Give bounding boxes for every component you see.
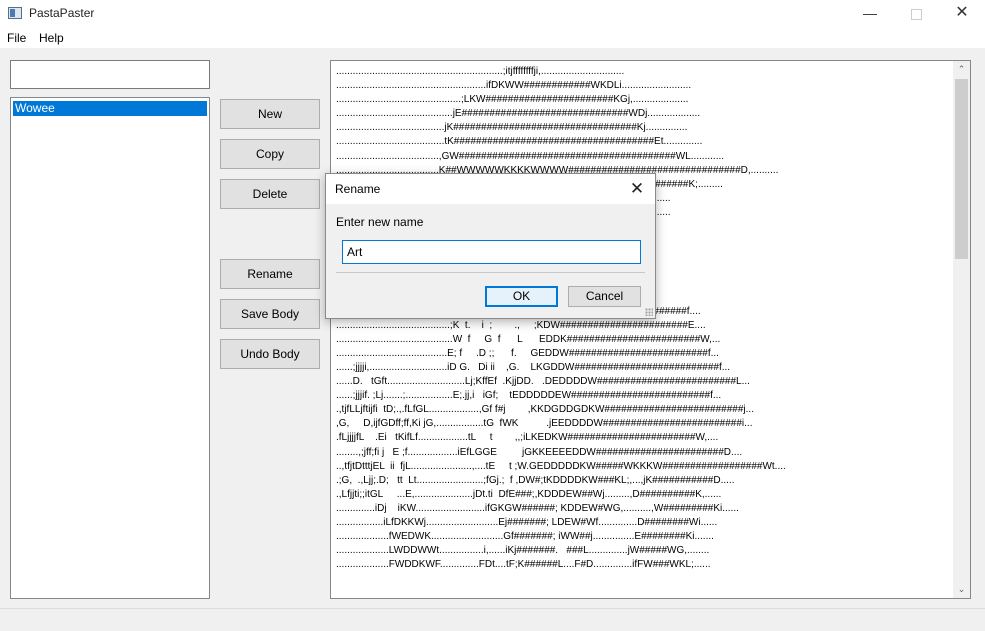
maximize-button[interactable] bbox=[893, 0, 939, 28]
cancel-button[interactable]: Cancel bbox=[568, 286, 641, 307]
copy-button[interactable]: Copy bbox=[220, 139, 320, 169]
menu-help[interactable]: Help bbox=[39, 31, 64, 45]
new-name-input[interactable]: Art bbox=[342, 240, 641, 264]
menu-bar: File Help bbox=[0, 28, 985, 48]
maximize-icon bbox=[910, 9, 922, 20]
dialog-title-bar: Rename ✕ bbox=[326, 174, 655, 204]
dialog-close-icon[interactable]: ✕ bbox=[625, 177, 649, 201]
dialog-divider bbox=[336, 272, 645, 273]
delete-button[interactable]: Delete bbox=[220, 179, 320, 209]
window-title: PastaPaster bbox=[29, 6, 95, 20]
dialog-title: Rename bbox=[335, 182, 381, 196]
resize-grip-icon[interactable] bbox=[645, 308, 653, 316]
scroll-thumb[interactable] bbox=[955, 79, 968, 259]
app-icon bbox=[8, 7, 22, 19]
minimize-button[interactable]: — bbox=[847, 0, 893, 28]
close-window-button[interactable]: ✕ bbox=[939, 0, 985, 28]
status-bar bbox=[0, 608, 985, 631]
ok-button[interactable]: OK bbox=[485, 286, 558, 307]
search-input[interactable] bbox=[10, 60, 210, 89]
body-editor[interactable]: ........................................… bbox=[330, 60, 971, 599]
title-bar: PastaPaster — ✕ bbox=[0, 0, 985, 28]
rename-dialog: Rename ✕ Enter new name Art OK Cancel bbox=[325, 173, 656, 319]
menu-file[interactable]: File bbox=[7, 31, 26, 45]
paste-list[interactable]: Wowee bbox=[10, 97, 210, 599]
rename-button[interactable]: Rename bbox=[220, 259, 320, 289]
scroll-down-icon[interactable]: ⌄ bbox=[953, 581, 970, 598]
save-body-button[interactable]: Save Body bbox=[220, 299, 320, 329]
new-button[interactable]: New bbox=[220, 99, 320, 129]
editor-scrollbar[interactable]: ⌃ ⌄ bbox=[953, 61, 970, 598]
dialog-prompt: Enter new name bbox=[336, 215, 424, 229]
undo-body-button[interactable]: Undo Body bbox=[220, 339, 320, 369]
scroll-up-icon[interactable]: ⌃ bbox=[953, 61, 970, 78]
list-item[interactable]: Wowee bbox=[13, 101, 207, 116]
